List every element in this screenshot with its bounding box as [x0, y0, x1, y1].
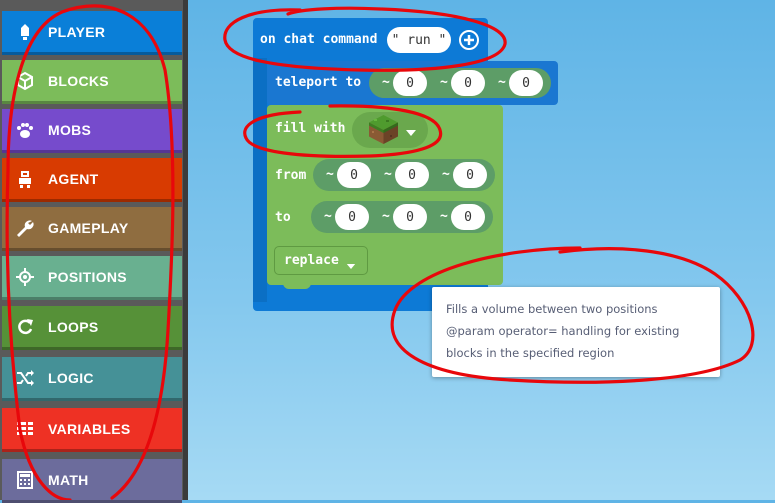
from-y-input[interactable]: 0 [395, 162, 429, 188]
chevron-down-icon [405, 124, 417, 142]
category-label: GAMEPLAY [48, 219, 129, 236]
category-player[interactable]: PLAYER [2, 11, 182, 55]
category-label: POSITIONS [48, 268, 127, 285]
category-gameplay[interactable]: GAMEPLAY [2, 207, 182, 251]
grass-block-icon [368, 114, 399, 145]
category-label: PLAYER [48, 23, 106, 40]
toolbox: PLAYER BLOCKS MOBS AGENT GAMEPLAY POSITI… [0, 0, 188, 503]
cube-icon [2, 71, 48, 91]
wrench-icon [2, 218, 48, 238]
to-z-input[interactable]: 0 [451, 204, 485, 230]
category-label: AGENT [48, 170, 99, 187]
from-label: from [275, 168, 307, 183]
tilde-y: ~ [382, 209, 390, 224]
category-agent[interactable]: AGENT [2, 158, 182, 202]
category-math[interactable]: MATH [2, 459, 182, 503]
shuffle-icon [2, 368, 48, 388]
coord-x-input[interactable]: 0 [393, 70, 427, 96]
category-label: VARIABLES [48, 420, 131, 437]
block-tooltip: Fills a volume between two positions @pa… [432, 287, 720, 377]
tilde-y: ~ [384, 167, 392, 182]
category-label: BLOCKS [48, 72, 109, 89]
add-parameter-button[interactable] [458, 29, 480, 51]
category-blocks[interactable]: BLOCKS [2, 60, 182, 104]
category-variables[interactable]: VARIABLES [2, 408, 182, 452]
teleport-label: teleport to [275, 75, 362, 90]
calculator-icon [2, 470, 48, 490]
event-block-rail [253, 58, 267, 302]
to-x-input[interactable]: 0 [335, 204, 369, 230]
fill-with-label: fill with [275, 121, 346, 136]
tilde-x: ~ [382, 75, 390, 90]
plus-circle-icon [459, 30, 479, 50]
category-logic[interactable]: LOGIC [2, 357, 182, 401]
coord-y-input[interactable]: 0 [451, 70, 485, 96]
category-label: LOGIC [48, 369, 94, 386]
loop-icon [2, 317, 48, 337]
chevron-down-icon [346, 257, 356, 275]
category-positions[interactable]: POSITIONS [2, 256, 182, 300]
from-x-input[interactable]: 0 [337, 162, 371, 188]
event-block-bottom-notch [283, 300, 311, 310]
category-label: MATH [48, 471, 89, 488]
tilde-x: ~ [326, 167, 334, 182]
to-label: to [275, 210, 291, 225]
category-mobs[interactable]: MOBS [2, 109, 182, 153]
category-label: MOBS [48, 121, 92, 138]
variables-icon [2, 419, 48, 439]
from-z-input[interactable]: 0 [453, 162, 487, 188]
coord-z-input[interactable]: 0 [509, 70, 543, 96]
operator-label: replace [284, 253, 339, 268]
paw-icon [2, 120, 48, 140]
fill-block-bottom-notch [283, 283, 311, 289]
category-loops[interactable]: LOOPS [2, 306, 182, 350]
player-icon [2, 22, 48, 42]
agent-icon [2, 169, 48, 189]
tilde-z: ~ [442, 167, 450, 182]
command-text-field[interactable]: " run " [387, 27, 451, 53]
tilde-z: ~ [498, 75, 506, 90]
tooltip-text: Fills a volume between two positions @pa… [446, 302, 680, 360]
positions-icon [2, 267, 48, 287]
category-label: LOOPS [48, 318, 99, 335]
to-y-input[interactable]: 0 [393, 204, 427, 230]
tilde-y: ~ [440, 75, 448, 90]
tilde-x: ~ [324, 209, 332, 224]
tilde-z: ~ [440, 209, 448, 224]
on-chat-command-label: on chat command [260, 32, 378, 47]
